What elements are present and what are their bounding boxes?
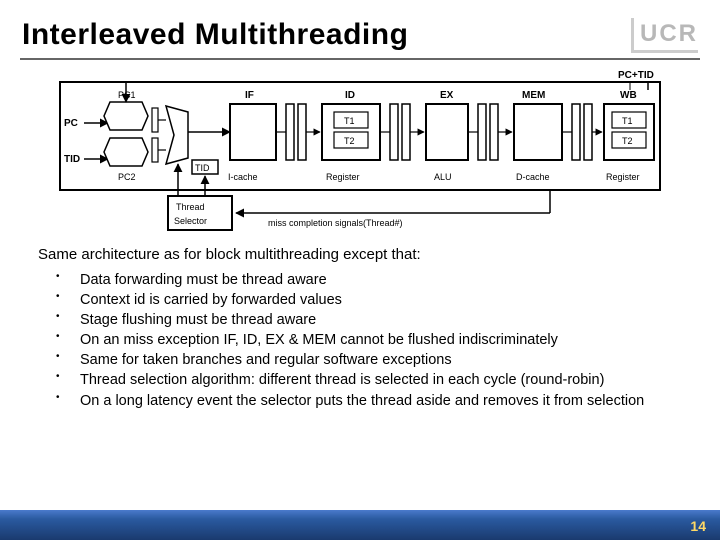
footer-bar: 14 — [0, 510, 720, 540]
list-item: On a long latency event the selector put… — [56, 392, 692, 410]
tid-box: TID — [195, 163, 210, 173]
id-label: ID — [345, 90, 355, 101]
register2-label: Register — [606, 172, 640, 182]
list-item: Thread selection algorithm: different th… — [56, 371, 692, 389]
intro-text: Same architecture as for block multithre… — [38, 246, 692, 265]
thread-selector-label-2: Selector — [174, 216, 207, 226]
list-item: On an miss exception IF, ID, EX & MEM ca… — [56, 331, 692, 349]
pc-tid-label: PC+TID — [618, 70, 654, 81]
wb-t2: T2 — [622, 136, 633, 146]
mem-label: MEM — [522, 90, 545, 101]
if-label: IF — [245, 90, 254, 101]
wb-label: WB — [620, 90, 637, 101]
title-underline — [20, 58, 700, 60]
tid-input: TID — [64, 154, 80, 165]
register1-label: Register — [326, 172, 360, 182]
alu-label: ALU — [434, 172, 452, 182]
id-t1: T1 — [344, 116, 355, 126]
wb-t1: T1 — [622, 116, 633, 126]
list-item: Stage flushing must be thread aware — [56, 311, 692, 329]
ucr-logo: UCR — [631, 18, 698, 53]
id-t2: T2 — [344, 136, 355, 146]
page-title: Interleaved Multithreading — [0, 0, 720, 58]
pc1-label: PC1 — [118, 90, 136, 100]
thread-selector-label-1: Thread — [176, 202, 205, 212]
ex-label: EX — [440, 90, 454, 101]
pc-input: PC — [64, 118, 78, 129]
pipeline-diagram: PC+TID PC TID PC1 PC2 TID IF I-cache ID … — [50, 68, 670, 238]
bullet-list: Data forwarding must be thread aware Con… — [38, 271, 692, 410]
dcache-label: D-cache — [516, 172, 550, 182]
page-number: 14 — [690, 518, 706, 534]
body-content: Same architecture as for block multithre… — [0, 246, 720, 410]
pc2-label: PC2 — [118, 172, 136, 182]
miss-signal-label: miss completion signals(Thread#) — [268, 218, 403, 228]
icache-label: I-cache — [228, 172, 258, 182]
list-item: Same for taken branches and regular soft… — [56, 351, 692, 369]
list-item: Data forwarding must be thread aware — [56, 271, 692, 289]
list-item: Context id is carried by forwarded value… — [56, 291, 692, 309]
